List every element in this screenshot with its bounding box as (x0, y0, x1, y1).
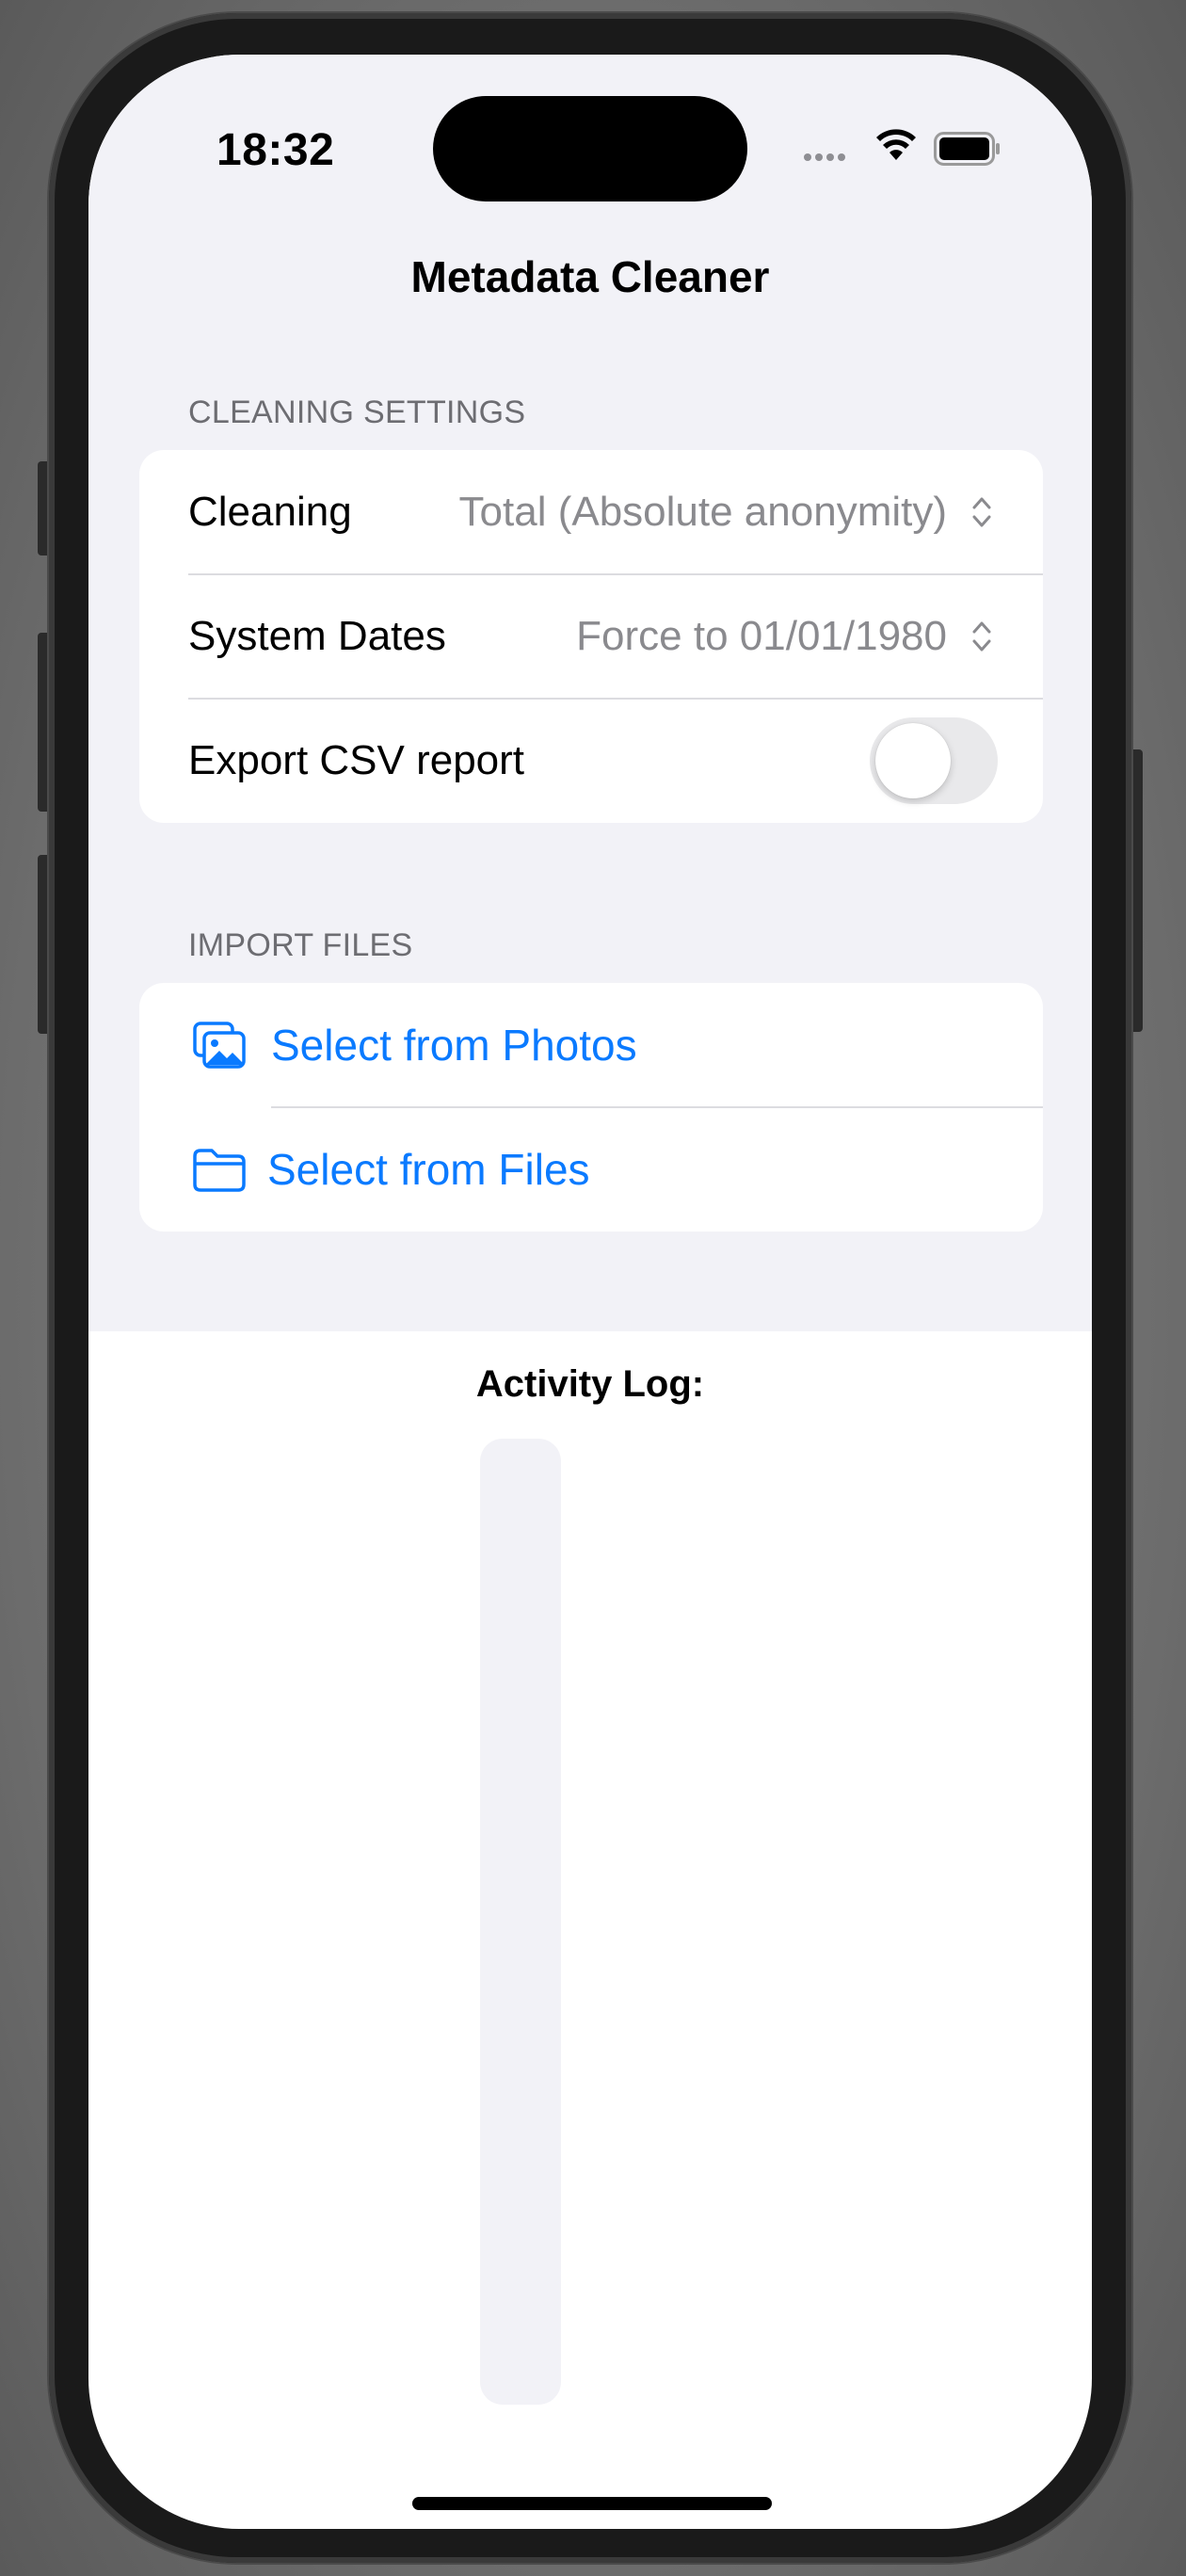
status-icons (804, 128, 1002, 169)
status-time: 18:32 (216, 125, 335, 175)
section-header-cleaning-settings: CLEANING SETTINGS (188, 394, 526, 430)
system-dates-picker-row[interactable]: System Dates Force to 01/01/1980 (139, 574, 1043, 699)
phone-screen: 18:32 Metadata Cleaner CLEANING SETTINGS… (88, 55, 1092, 2529)
activity-log-area[interactable] (480, 1439, 561, 2405)
page-title: Metadata Cleaner (410, 252, 770, 301)
photos-icon (193, 1022, 246, 1069)
activity-log-title: Activity Log: (475, 1363, 705, 1405)
power-button (1130, 749, 1143, 1032)
chevron-up-down-icon (972, 497, 991, 527)
select-from-photos-button[interactable]: Select from Photos (139, 983, 1043, 1107)
battery-icon (934, 132, 1000, 166)
system-dates-value[interactable]: Force to 01/01/1980 (576, 574, 947, 699)
cleaning-label: Cleaning (188, 489, 352, 535)
toggle-knob (875, 723, 951, 798)
cellular-signal-icon (804, 149, 849, 166)
cleaning-picker-row[interactable]: Cleaning Total (Absolute anonymity) (139, 450, 1043, 574)
home-indicator[interactable] (412, 2497, 772, 2510)
folder-icon (193, 1149, 246, 1192)
select-from-files-button[interactable]: Select from Files (139, 1107, 1043, 1232)
select-from-files-label: Select from Files (267, 1145, 590, 1194)
cleaning-value[interactable]: Total (Absolute anonymity) (459, 450, 947, 574)
import-files-card: Select from Photos Select from Files (139, 983, 1043, 1232)
cleaning-settings-card: Cleaning Total (Absolute anonymity) Syst… (139, 450, 1043, 823)
export-csv-toggle[interactable] (870, 717, 998, 804)
dynamic-island (433, 96, 747, 201)
chevron-up-down-icon (972, 621, 991, 652)
wifi-icon (876, 129, 916, 160)
export-csv-label: Export CSV report (188, 737, 525, 783)
section-header-import-files: IMPORT FILES (188, 927, 413, 963)
export-csv-row: Export CSV report (139, 699, 1043, 823)
select-from-photos-label: Select from Photos (271, 1021, 637, 1070)
system-dates-label: System Dates (188, 613, 446, 659)
